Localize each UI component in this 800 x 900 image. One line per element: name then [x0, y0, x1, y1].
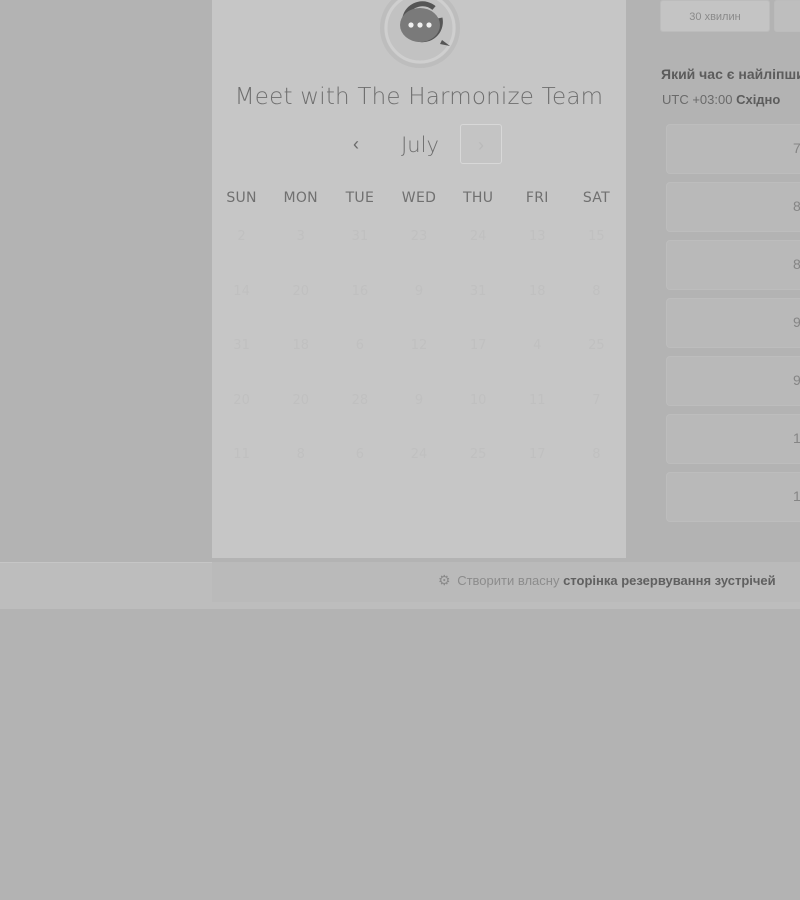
timezone-offset: UTC +03:00: [662, 92, 733, 107]
calendar-day: 11: [233, 447, 250, 462]
duration-tabs: 30 хвилин: [660, 0, 800, 32]
time-slot[interactable]: 9: [666, 298, 800, 348]
time-slot[interactable]: 10: [666, 414, 800, 464]
calendar-week: 31 18 6 12 17 4 25: [212, 333, 626, 388]
calendar-day: 7: [592, 392, 601, 408]
calendar-day: 20: [233, 392, 250, 408]
next-month-button[interactable]: ›: [460, 124, 502, 164]
time-slot-label: 10: [793, 430, 800, 446]
weekday-thu: THU: [463, 190, 494, 206]
calendar-day: 25: [469, 447, 487, 462]
calendar-day: 25: [588, 338, 605, 353]
calendar-day: 31: [233, 338, 250, 353]
calendar-day: 6: [355, 447, 364, 462]
calendar-day: 20: [292, 392, 309, 408]
weekday-sun: SUN: [226, 190, 257, 206]
weekday-wed: WED: [401, 190, 437, 206]
calendar-day: 14: [233, 283, 250, 299]
calendar-day: 16: [351, 283, 369, 299]
weekday-header: SUN MON TUE WED THU FRI SAT: [212, 190, 626, 210]
calendar-day: 17: [529, 447, 546, 462]
calendar-day: 31: [469, 283, 487, 299]
calendar-week: 14 20 16 9 31 18 8: [212, 279, 626, 334]
create-booking-page-link[interactable]: ⚙ Створити власну сторінка резервування …: [438, 572, 776, 589]
calendar-day: 10: [469, 392, 487, 408]
timezone-name: Східно: [736, 92, 781, 107]
calendar-day: 2: [237, 229, 246, 244]
page-title: Meet with The Harmonize Team: [234, 84, 604, 110]
calendar-day: 9: [414, 392, 424, 408]
month-label: July: [401, 133, 439, 157]
calendar-grid: 2 3 31 23 24 13 15 14 20 16 9 31 18 8 31…: [212, 224, 626, 497]
weekday-mon: MON: [283, 190, 318, 206]
footer-bold-text: сторінка резервування зустрічей: [563, 573, 776, 588]
time-slot-label: 8: [793, 256, 800, 272]
time-slot-label: 7: [793, 140, 800, 156]
timezone-label[interactable]: UTC +03:00 Східно: [662, 92, 800, 107]
calendar-week: 11 8 6 24 25 17 8: [212, 442, 626, 497]
duration-tab-other[interactable]: [774, 0, 800, 32]
calendar-day: 24: [469, 229, 487, 244]
time-slot[interactable]: 9: [666, 356, 800, 406]
calendar-day: 4: [533, 338, 542, 353]
time-slot-label: 9: [793, 372, 800, 388]
calendar-day: 12: [410, 338, 428, 353]
team-logo: [380, 0, 460, 68]
time-slot-label: 10: [793, 488, 800, 504]
time-question: Який час є найліпшим?: [661, 66, 800, 82]
time-slot-label: 9: [793, 314, 800, 330]
time-slot-list: 7 8 8 9 9 10 10: [666, 124, 800, 530]
calendar-week: 20 20 28 9 10 11 7: [212, 388, 626, 443]
calendar-day: 15: [588, 229, 605, 244]
calendar-day: 31: [351, 229, 369, 244]
time-slot-label: 8: [793, 198, 800, 214]
calendar-day: 9: [414, 283, 424, 299]
calendar-day: 18: [529, 283, 546, 299]
calendar-day: 11: [529, 392, 546, 408]
footer-plain-text: Створити власну: [457, 573, 560, 588]
calendar-day: 8: [592, 447, 601, 462]
calendar-day: 13: [529, 229, 546, 244]
time-slot[interactable]: 8: [666, 240, 800, 290]
calendar-day: 28: [351, 392, 369, 408]
calendar-day: 8: [296, 447, 305, 462]
calendar-day: 6: [355, 338, 364, 353]
footer-bar: ⚙ Створити власну сторінка резервування …: [212, 562, 800, 602]
calendar-day: 17: [469, 338, 487, 353]
time-selection-panel: 30 хвилин Який час є найліпшим? UTC +03:…: [660, 0, 800, 540]
chat-bubble-dots-icon: [384, 0, 456, 64]
weekday-fri: FRI: [525, 190, 549, 206]
calendar-day: 3: [296, 229, 305, 244]
time-slot[interactable]: 10: [666, 472, 800, 522]
hubspot-sprocket-icon: ⚙: [438, 572, 451, 588]
calendar-week: 2 3 31 23 24 13 15: [212, 224, 626, 279]
time-slot[interactable]: 7: [666, 124, 800, 174]
weekday-sat: SAT: [582, 190, 610, 206]
calendar-day: 24: [410, 447, 428, 462]
previous-month-button[interactable]: ‹: [342, 130, 370, 158]
calendar-day: 8: [592, 283, 601, 299]
month-navigation: ‹ July ›: [212, 124, 626, 166]
duration-tab-30[interactable]: 30 хвилин: [660, 0, 770, 32]
calendar-day: 20: [292, 283, 309, 299]
time-slot[interactable]: 8: [666, 182, 800, 232]
weekday-tue: TUE: [345, 190, 375, 206]
calendar-day: 23: [410, 229, 428, 244]
calendar-day: 18: [292, 338, 309, 353]
